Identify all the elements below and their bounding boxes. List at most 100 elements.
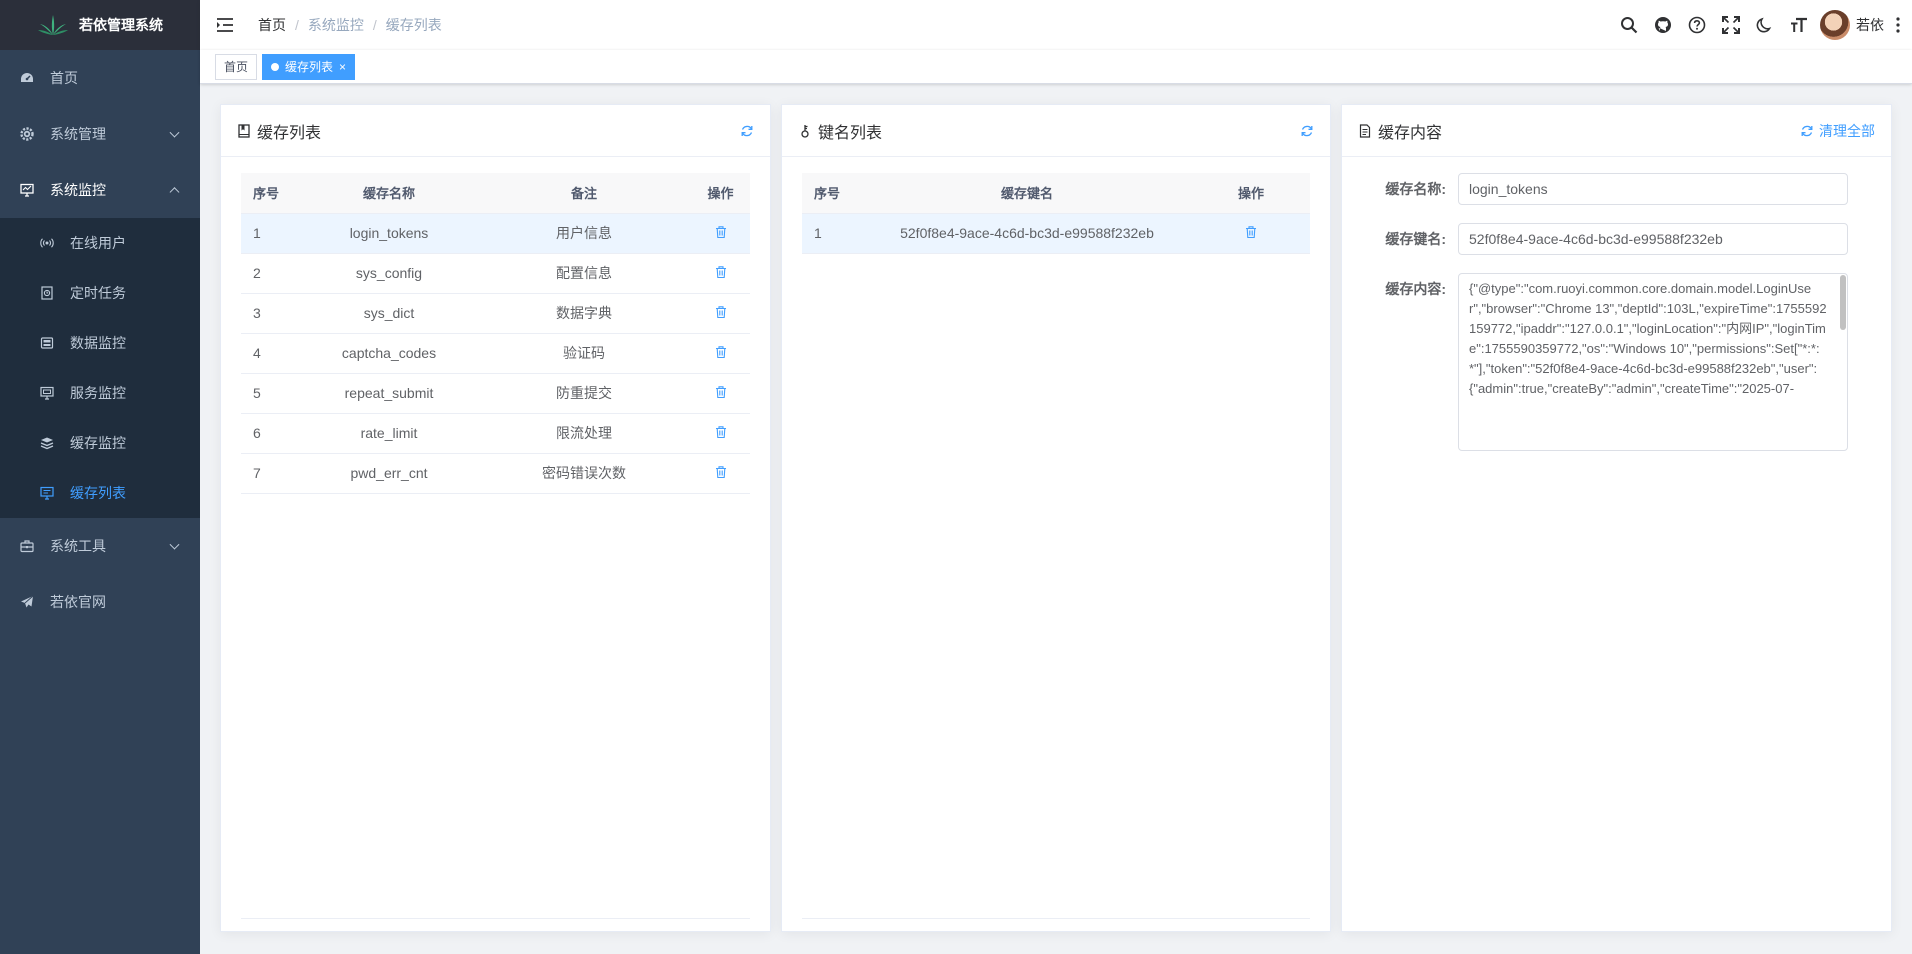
avatar bbox=[1820, 10, 1850, 40]
form-row-content: 缓存内容: {"@type":"com.ruoyi.common.core.do… bbox=[1358, 273, 1871, 451]
delete-icon[interactable] bbox=[714, 465, 728, 479]
gear-icon bbox=[20, 127, 34, 141]
fullscreen-icon bbox=[1722, 16, 1740, 34]
cache-list-card: 缓存列表 序号 缓存名称 备注 操作 1 login_tokens 用户信息 2… bbox=[220, 104, 771, 932]
tag-home[interactable]: 首页 bbox=[215, 53, 258, 80]
theme-toggle-button[interactable] bbox=[1748, 0, 1782, 50]
logo[interactable]: 若依管理系统 bbox=[0, 0, 200, 50]
search-button[interactable] bbox=[1612, 0, 1646, 50]
document-icon bbox=[1359, 123, 1371, 138]
user-dropdown[interactable]: 若依 bbox=[1820, 10, 1884, 40]
sidebar-item-label: 首页 bbox=[50, 70, 78, 86]
hamburger-button[interactable] bbox=[200, 0, 250, 50]
user-name: 若依 bbox=[1856, 17, 1884, 33]
sidebar-item-label: 系统管理 bbox=[50, 126, 106, 142]
card-body: 序号 缓存名称 备注 操作 1 login_tokens 用户信息 2 sys_… bbox=[221, 157, 770, 933]
sidebar-item-druid[interactable]: 数据监控 bbox=[0, 318, 200, 368]
delete-icon[interactable] bbox=[714, 225, 728, 239]
textarea-scrollbar[interactable] bbox=[1840, 275, 1846, 330]
breadcrumb-current: 缓存列表 bbox=[385, 17, 442, 33]
table-row[interactable]: 3 sys_dict 数据字典 bbox=[241, 293, 750, 334]
tag-cache-list[interactable]: 缓存列表 × bbox=[262, 53, 356, 80]
sidebar-item-cache-list[interactable]: 缓存列表 bbox=[0, 468, 200, 518]
server-icon bbox=[40, 386, 54, 400]
sidebar-item-monitor[interactable]: 系统监控 bbox=[0, 162, 200, 218]
delete-icon[interactable] bbox=[714, 425, 728, 439]
font-size-icon bbox=[1791, 17, 1807, 32]
table-row[interactable]: 2 sys_config 配置信息 bbox=[241, 253, 750, 294]
clear-all-label: 清理全部 bbox=[1819, 123, 1875, 139]
github-button[interactable] bbox=[1646, 0, 1680, 50]
card-title: 缓存列表 bbox=[257, 124, 322, 142]
refresh-icon bbox=[1801, 125, 1813, 137]
column-header: 序号 bbox=[241, 173, 301, 214]
delete-icon[interactable] bbox=[714, 305, 728, 319]
sidebar-item-website[interactable]: 若依官网 bbox=[0, 574, 200, 630]
column-header: 操作 bbox=[1192, 173, 1310, 214]
cache-content-textarea[interactable]: {"@type":"com.ruoyi.common.core.domain.m… bbox=[1458, 273, 1848, 451]
sidebar-item-label: 若依官网 bbox=[50, 594, 106, 610]
breadcrumb-separator: / bbox=[295, 17, 299, 33]
delete-icon[interactable] bbox=[714, 385, 728, 399]
more-button[interactable] bbox=[1890, 0, 1906, 50]
druid-icon bbox=[40, 336, 54, 350]
card-header: 缓存列表 bbox=[221, 105, 770, 157]
chevron-up-icon bbox=[169, 187, 180, 198]
clear-all-button[interactable]: 清理全部 bbox=[1800, 105, 1875, 157]
key-icon bbox=[801, 124, 809, 138]
sidebar-item-server[interactable]: 服务监控 bbox=[0, 368, 200, 418]
sidebar-item-system[interactable]: 系统管理 bbox=[0, 106, 200, 162]
delete-icon[interactable] bbox=[714, 265, 728, 279]
cell-key: 52f0f8e4-9ace-4c6d-bc3d-e99588f232eb bbox=[862, 213, 1192, 254]
monitor-icon bbox=[20, 183, 34, 197]
sidebar-item-label: 在线用户 bbox=[70, 235, 126, 251]
table-row[interactable]: 6 rate_limit 限流处理 bbox=[241, 413, 750, 454]
sidebar-item-home[interactable]: 首页 bbox=[0, 50, 200, 106]
key-list-card: 键名列表 序号 缓存键名 操作 1 52f0f8e4-9ace-4c6d-bc3… bbox=[781, 104, 1331, 932]
sidebar-item-label: 缓存列表 bbox=[70, 485, 126, 501]
table-row[interactable]: 1 52f0f8e4-9ace-4c6d-bc3d-e99588f232eb bbox=[802, 213, 1310, 254]
cell-no: 1 bbox=[241, 213, 301, 254]
table-row[interactable]: 1 login_tokens 用户信息 bbox=[241, 213, 750, 254]
paper-plane-icon bbox=[20, 595, 34, 609]
delete-icon[interactable] bbox=[1244, 225, 1258, 239]
table-header-row: 序号 缓存键名 操作 bbox=[802, 173, 1310, 214]
sidebar-item-tool[interactable]: 系统工具 bbox=[0, 518, 200, 574]
help-button[interactable] bbox=[1680, 0, 1714, 50]
redis-list-icon bbox=[40, 486, 54, 500]
online-icon bbox=[40, 236, 54, 250]
cell-no: 1 bbox=[802, 213, 862, 254]
fullscreen-button[interactable] bbox=[1714, 0, 1748, 50]
refresh-icon[interactable] bbox=[1300, 124, 1314, 138]
card-title: 缓存内容 bbox=[1378, 124, 1443, 142]
sidebar-item-label: 数据监控 bbox=[70, 335, 126, 351]
breadcrumb-home[interactable]: 首页 bbox=[258, 15, 286, 35]
chevron-down-icon bbox=[169, 539, 180, 550]
close-icon[interactable]: × bbox=[339, 55, 346, 79]
delete-icon[interactable] bbox=[714, 345, 728, 359]
cell-name: rate_limit bbox=[301, 413, 477, 454]
table-row[interactable]: 4 captcha_codes 验证码 bbox=[241, 333, 750, 374]
tags-view: 首页 缓存列表 × bbox=[200, 50, 1912, 84]
sidebar-item-online[interactable]: 在线用户 bbox=[0, 218, 200, 268]
sidebar-item-label: 缓存监控 bbox=[70, 435, 126, 451]
toolbox-icon bbox=[20, 539, 34, 553]
moon-icon bbox=[1756, 17, 1772, 33]
sidebar-item-job[interactable]: 定时任务 bbox=[0, 268, 200, 318]
cell-remark: 防重提交 bbox=[477, 373, 691, 414]
table-row[interactable]: 7 pwd_err_cnt 密码错误次数 bbox=[241, 453, 750, 494]
cell-remark: 数据字典 bbox=[477, 293, 691, 334]
cache-name-input[interactable] bbox=[1458, 173, 1848, 205]
card-header: 键名列表 bbox=[782, 105, 1330, 157]
cell-no: 7 bbox=[241, 453, 301, 494]
font-size-button[interactable] bbox=[1782, 0, 1816, 50]
cache-key-input[interactable] bbox=[1458, 223, 1848, 255]
cell-no: 5 bbox=[241, 373, 301, 414]
cell-name: captcha_codes bbox=[301, 333, 477, 374]
refresh-icon[interactable] bbox=[740, 124, 754, 138]
table-row[interactable]: 5 repeat_submit 防重提交 bbox=[241, 373, 750, 414]
logo-icon bbox=[38, 15, 68, 35]
navbar: 首页 / 系统监控 / 缓存列表 若依 bbox=[200, 0, 1912, 50]
book-icon bbox=[238, 123, 250, 138]
sidebar-item-cache-monitor[interactable]: 缓存监控 bbox=[0, 418, 200, 468]
